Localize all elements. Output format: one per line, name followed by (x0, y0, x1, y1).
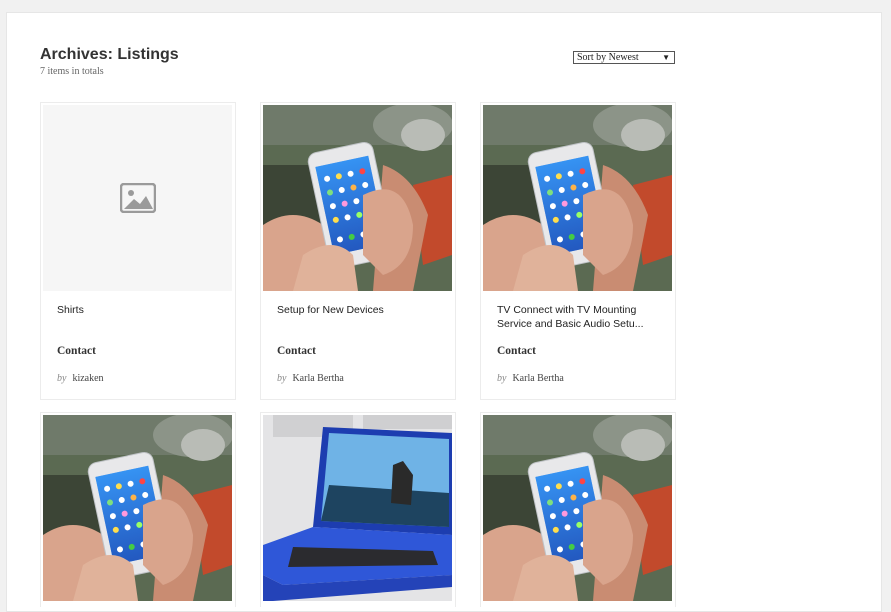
listing-thumbnail[interactable] (43, 415, 232, 601)
phone-photo (263, 105, 452, 291)
listing-thumbnail[interactable] (43, 105, 232, 291)
listing-card[interactable]: TV Connect with TV Mounting Service and … (480, 102, 676, 400)
listing-card[interactable]: Setup for New Devices Contact by Karla Be… (260, 102, 456, 400)
listing-thumbnail[interactable] (263, 105, 452, 291)
listing-thumbnail[interactable] (263, 415, 452, 601)
listing-title[interactable]: TV Connect with TV Mounting Service and … (497, 303, 663, 331)
sort-select-value: Sort by Newest (577, 52, 639, 63)
author-name[interactable]: kizaken (72, 373, 103, 384)
listing-author: by Karla Bertha (277, 373, 344, 384)
sort-select[interactable]: Sort by Newest ▼ (573, 51, 675, 64)
contact-link[interactable]: Contact (57, 345, 96, 357)
listing-thumbnail[interactable] (483, 415, 672, 601)
listing-title[interactable]: Shirts (57, 303, 223, 317)
listing-title[interactable]: Setup for New Devices (277, 303, 443, 317)
phone-photo (43, 415, 232, 601)
by-label: by (497, 373, 507, 384)
item-count: 7 items in totals (40, 66, 104, 77)
author-name[interactable]: Karla Bertha (292, 373, 343, 384)
contact-link[interactable]: Contact (277, 345, 316, 357)
author-name[interactable]: Karla Bertha (512, 373, 563, 384)
laptop-photo (263, 415, 452, 601)
placeholder-image-icon (119, 183, 156, 213)
by-label: by (277, 373, 287, 384)
listing-author: by Karla Bertha (497, 373, 564, 384)
listing-card[interactable]: Shirts Contact by kizaken (40, 102, 236, 400)
listing-card[interactable] (480, 412, 676, 607)
page-title: Archives: Listings (40, 46, 179, 63)
listing-thumbnail[interactable] (483, 105, 672, 291)
contact-link[interactable]: Contact (497, 345, 536, 357)
listing-card[interactable] (260, 412, 456, 607)
listing-author: by kizaken (57, 373, 104, 384)
phone-photo (483, 105, 672, 291)
listing-card[interactable] (40, 412, 236, 607)
phone-photo (483, 415, 672, 601)
dropdown-arrow-icon: ▼ (662, 53, 670, 62)
by-label: by (57, 373, 67, 384)
